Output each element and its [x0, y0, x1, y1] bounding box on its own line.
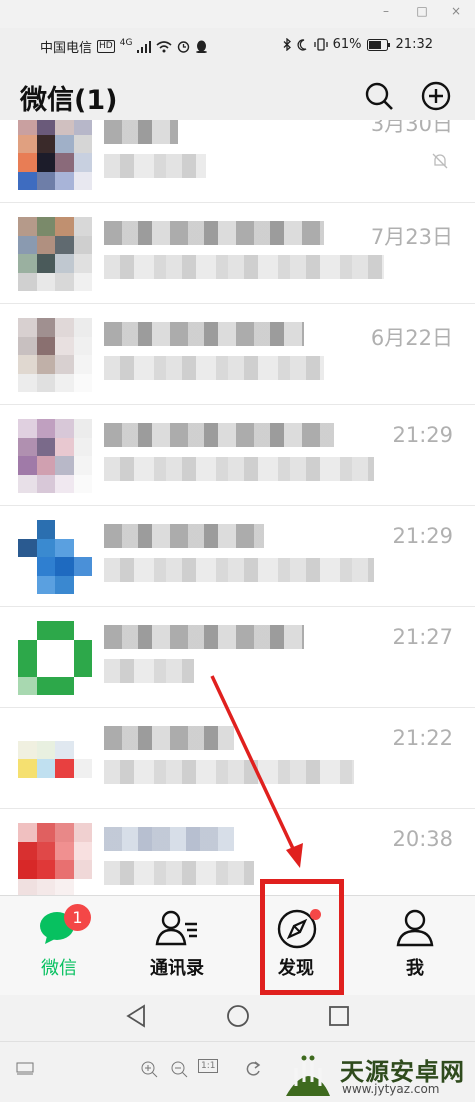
tab-chats[interactable]: 1 微信 [0, 896, 118, 996]
contacts-icon [155, 910, 197, 946]
zoom-in-icon[interactable] [140, 1060, 158, 1078]
zoom-out-icon[interactable] [170, 1060, 188, 1078]
actual-size-button[interactable]: 1:1 [198, 1059, 219, 1073]
tab-me[interactable]: 我 [356, 896, 474, 996]
watermark-logo-icon [286, 1055, 330, 1096]
back-icon[interactable] [125, 1004, 147, 1028]
watermark: 天源安卓网 [282, 1052, 465, 1098]
system-nav-bar [0, 995, 475, 1041]
tab-label: 微信 [41, 958, 77, 979]
bottom-tab-bar: 1 微信 通讯录 发现 我 [0, 895, 475, 995]
recents-icon[interactable] [328, 1005, 350, 1027]
rotate-icon[interactable] [244, 1060, 262, 1078]
annotation-highlight-box [260, 879, 344, 995]
unread-badge: 1 [64, 904, 91, 931]
screenshot-frame: – □ × 中国电信 HD 4G 61% 21:32 微信(1) 3月30日 7… [0, 0, 475, 1102]
tab-label: 我 [406, 958, 424, 979]
tab-label: 通讯录 [150, 958, 204, 979]
watermark-name: 天源安卓网 [340, 1058, 465, 1086]
tab-contacts[interactable]: 通讯录 [118, 896, 236, 996]
home-icon[interactable] [226, 1004, 250, 1028]
person-icon [396, 909, 434, 947]
screen-icon[interactable] [16, 1062, 34, 1076]
